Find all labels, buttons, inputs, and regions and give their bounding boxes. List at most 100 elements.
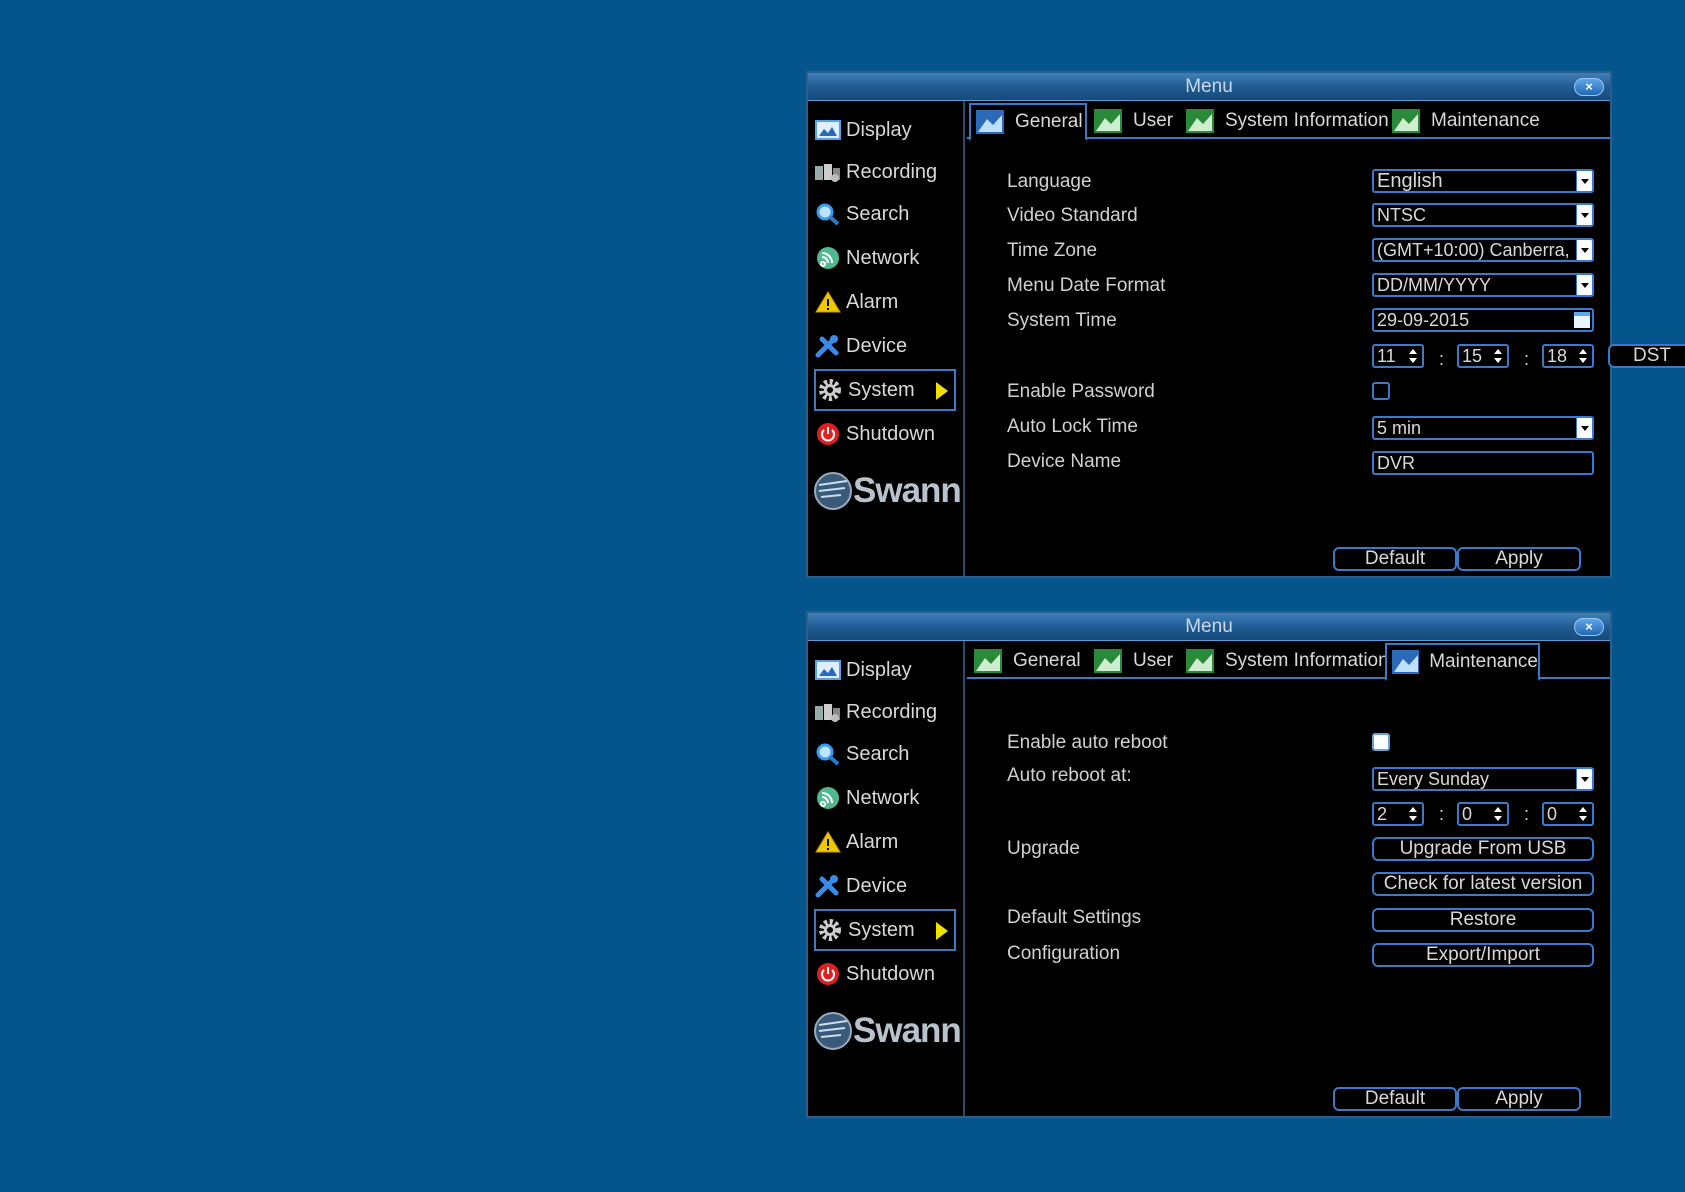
sidebar: Display Recording Search Network Alarm D…	[808, 101, 965, 576]
minute-stepper[interactable]: 15	[1457, 344, 1509, 368]
up-down-arrows-icon[interactable]	[1408, 805, 1418, 823]
up-down-arrows-icon[interactable]	[1578, 805, 1588, 823]
sidebar-item-system[interactable]: System	[814, 369, 956, 411]
tab-general[interactable]: General	[969, 643, 1081, 679]
up-down-arrows-icon[interactable]	[1408, 347, 1418, 365]
sidebar-item-display[interactable]: Display	[814, 649, 956, 691]
tab-user[interactable]: User	[1089, 103, 1173, 139]
device-name-input[interactable]: DVR	[1372, 451, 1594, 475]
sidebar-item-display[interactable]: Display	[814, 109, 956, 151]
chevron-down-icon[interactable]	[1576, 205, 1592, 225]
sidebar-item-network[interactable]: Network	[814, 237, 956, 279]
device-name-label: Device Name	[1007, 451, 1122, 472]
check-latest-version-button[interactable]: Check for latest version	[1372, 872, 1594, 896]
alarm-icon	[814, 829, 842, 855]
hour-value: 11	[1377, 346, 1396, 366]
tab-maintenance[interactable]: Maintenance	[1385, 643, 1540, 681]
sidebar-item-label: Display	[846, 658, 912, 681]
tab-system-information[interactable]: System Information	[1181, 643, 1389, 679]
general-tab-icon	[974, 649, 1002, 673]
sidebar-item-alarm[interactable]: Alarm	[814, 821, 956, 863]
apply-button[interactable]: Apply	[1457, 1087, 1581, 1111]
tab-maintenance[interactable]: Maintenance	[1387, 103, 1540, 139]
chevron-down-icon[interactable]	[1576, 240, 1592, 260]
system-information-tab-icon	[1186, 109, 1214, 133]
minute-stepper[interactable]: 0	[1457, 802, 1509, 826]
up-down-arrows-icon[interactable]	[1493, 347, 1503, 365]
system-date-field[interactable]: 29-09-2015	[1372, 308, 1594, 332]
tab-general[interactable]: General	[969, 103, 1087, 141]
window-titlebar[interactable]: Menu ×	[808, 73, 1610, 101]
reboot-at-select[interactable]: Every Sunday	[1372, 767, 1594, 791]
apply-button[interactable]: Apply	[1457, 547, 1581, 571]
hour-stepper[interactable]: 2	[1372, 802, 1424, 826]
auto-lock-select[interactable]: 5 min	[1372, 416, 1594, 440]
sidebar-item-label: Device	[846, 334, 908, 357]
second-stepper[interactable]: 0	[1542, 802, 1594, 826]
default-button[interactable]: Default	[1333, 547, 1457, 571]
sidebar-item-device[interactable]: Device	[814, 865, 956, 907]
reboot-at-label: Auto reboot at:	[1007, 765, 1132, 786]
chevron-down-icon[interactable]	[1576, 171, 1592, 191]
logo-text: Swann	[853, 471, 962, 510]
time-separator: :	[1439, 349, 1445, 369]
auto-lock-label: Auto Lock Time	[1007, 416, 1138, 437]
arrow-right-icon	[936, 382, 948, 400]
chevron-down-icon[interactable]	[1576, 418, 1592, 438]
sidebar-item-recording[interactable]: Recording	[814, 151, 956, 193]
maintenance-tab-icon	[1392, 109, 1420, 133]
time-separator: :	[1524, 804, 1530, 824]
tab-user[interactable]: User	[1089, 643, 1173, 679]
default-button[interactable]: Default	[1333, 1087, 1457, 1111]
sidebar-item-search[interactable]: Search	[814, 733, 956, 775]
tab-label: System Information	[1225, 650, 1389, 671]
sidebar-item-alarm[interactable]: Alarm	[814, 281, 956, 323]
close-button[interactable]: ×	[1574, 618, 1604, 636]
export-import-button[interactable]: Export/Import	[1372, 943, 1594, 967]
network-icon	[814, 245, 842, 271]
swann-logo-icon	[814, 1012, 852, 1050]
display-icon	[814, 657, 842, 683]
language-select[interactable]: English	[1372, 169, 1594, 193]
sidebar: Display Recording Search Network Alarm D…	[808, 641, 965, 1116]
sidebar-item-device[interactable]: Device	[814, 325, 956, 367]
date-format-select[interactable]: DD/MM/YYYY	[1372, 273, 1594, 297]
sidebar-item-network[interactable]: Network	[814, 777, 956, 819]
sidebar-item-recording[interactable]: Recording	[814, 691, 956, 733]
hour-stepper[interactable]: 11	[1372, 344, 1424, 368]
calendar-icon[interactable]	[1574, 312, 1590, 328]
close-button[interactable]: ×	[1574, 78, 1604, 96]
second-value: 0	[1547, 804, 1558, 824]
sidebar-item-label: Display	[846, 118, 912, 141]
recording-icon	[814, 159, 842, 185]
up-down-arrows-icon[interactable]	[1493, 805, 1503, 823]
tab-label: System Information	[1225, 110, 1389, 131]
content-panel: General User System Information Maintena…	[967, 641, 1610, 1116]
system-information-tab-icon	[1186, 649, 1214, 673]
swann-logo-icon	[814, 472, 852, 510]
tab-system-information[interactable]: System Information	[1181, 103, 1389, 139]
second-stepper[interactable]: 18	[1542, 344, 1594, 368]
time-zone-value: (GMT+10:00) Canberra,	[1377, 240, 1570, 260]
up-down-arrows-icon[interactable]	[1578, 347, 1588, 365]
sidebar-item-shutdown[interactable]: Shutdown	[814, 413, 956, 455]
video-standard-select[interactable]: NTSC	[1372, 203, 1594, 227]
sidebar-item-shutdown[interactable]: Shutdown	[814, 953, 956, 995]
sidebar-item-search[interactable]: Search	[814, 193, 956, 235]
time-zone-select[interactable]: (GMT+10:00) Canberra,	[1372, 238, 1594, 262]
sidebar-item-system[interactable]: System	[814, 909, 956, 951]
tab-label: User	[1133, 110, 1174, 131]
window-titlebar[interactable]: Menu ×	[808, 613, 1610, 641]
user-tab-icon	[1094, 109, 1122, 133]
auto-reboot-checkbox[interactable]	[1372, 733, 1390, 751]
enable-password-checkbox[interactable]	[1372, 382, 1390, 400]
chevron-down-icon[interactable]	[1576, 769, 1592, 789]
gear-icon	[816, 377, 844, 403]
upgrade-label: Upgrade	[1007, 838, 1080, 859]
chevron-down-icon[interactable]	[1576, 275, 1592, 295]
dst-button[interactable]: DST	[1608, 344, 1685, 368]
sidebar-item-label: Search	[846, 742, 910, 765]
upgrade-from-usb-button[interactable]: Upgrade From USB	[1372, 837, 1594, 861]
restore-button[interactable]: Restore	[1372, 908, 1594, 932]
time-separator: :	[1439, 804, 1445, 824]
